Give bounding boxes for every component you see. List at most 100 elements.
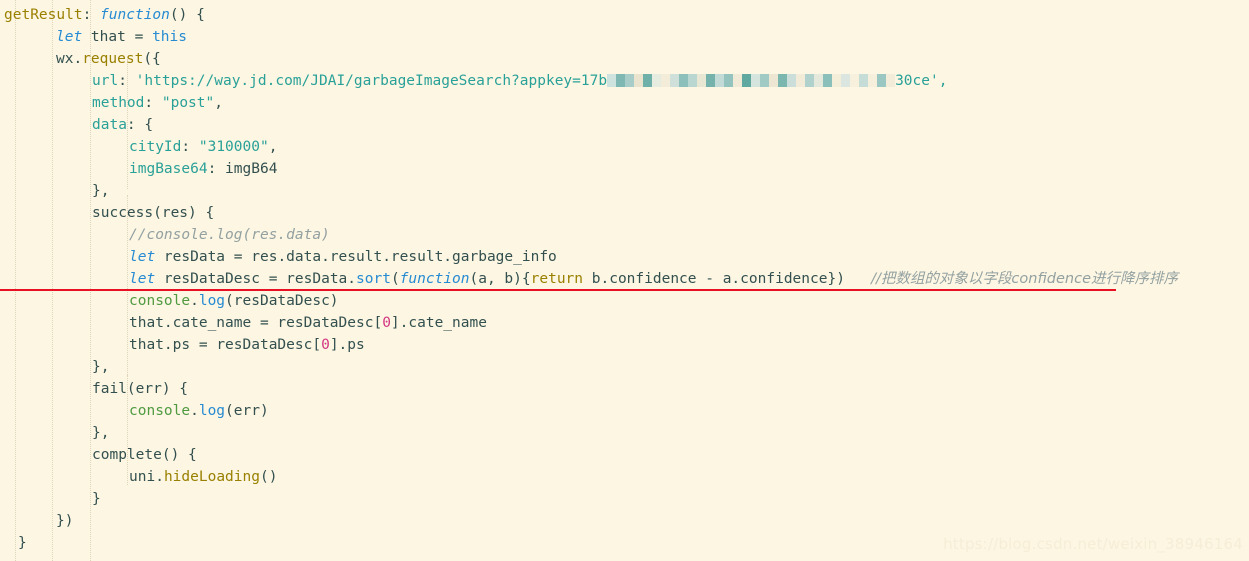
code-line[interactable]: method: "post", bbox=[0, 92, 1178, 114]
token-key-url: url bbox=[92, 73, 119, 89]
token-parens: () { bbox=[169, 7, 205, 23]
token-args: () bbox=[259, 469, 278, 485]
code-line[interactable]: console.log(resDataDesc) bbox=[0, 290, 1178, 312]
token-object: resData bbox=[286, 271, 348, 287]
code-line[interactable]: url: 'https://way.jd.com/JDAI/garbageIma… bbox=[0, 70, 1178, 92]
code-line[interactable]: let that = this bbox=[0, 26, 1178, 48]
code-line[interactable]: success(res) { bbox=[0, 202, 1178, 224]
code-line[interactable]: data: { bbox=[0, 114, 1178, 136]
token-colon: : bbox=[144, 95, 162, 111]
code-content[interactable]: getResult: function() { let that = this … bbox=[0, 0, 1178, 554]
token-lhs: that.ps bbox=[129, 337, 199, 353]
token-keyword-this: this bbox=[152, 29, 187, 45]
token-dot: . bbox=[190, 403, 199, 419]
token-open-paren: ( bbox=[390, 271, 400, 287]
token-tail: ].cate_name bbox=[390, 315, 487, 331]
code-line[interactable]: imgBase64: imgB64 bbox=[0, 158, 1178, 180]
code-line[interactable]: uni.hideLoading() bbox=[0, 466, 1178, 488]
token-colon: : bbox=[118, 73, 136, 89]
token-method-sort: sort bbox=[356, 271, 391, 287]
token-params: (a, b) bbox=[469, 271, 522, 287]
token-string-cityid: "310000" bbox=[198, 139, 269, 155]
token-colon: : bbox=[126, 117, 145, 133]
code-line[interactable]: }, bbox=[0, 180, 1178, 202]
token-dot: . bbox=[73, 51, 83, 67]
token-console: console bbox=[129, 293, 191, 309]
token-close-brace: } bbox=[92, 491, 101, 507]
token-open: ({ bbox=[143, 51, 161, 67]
token-array-access: resDataDesc[ bbox=[216, 337, 322, 353]
code-line[interactable]: let resData = res.data.result.result.gar… bbox=[0, 246, 1178, 268]
token-object: wx bbox=[56, 51, 74, 67]
code-line[interactable]: //console.log(res.data) bbox=[0, 224, 1178, 246]
redacted-appkey-mosaic bbox=[607, 73, 896, 87]
token-function-name: getResult bbox=[4, 7, 83, 23]
token-close-brace: }, bbox=[92, 359, 110, 375]
token-key-cityid: cityId bbox=[129, 139, 182, 155]
code-line[interactable]: console.log(err) bbox=[0, 400, 1178, 422]
token-close-brace: } bbox=[18, 535, 27, 551]
token-open-brace: { bbox=[144, 117, 154, 133]
code-line[interactable]: cityId: "310000", bbox=[0, 136, 1178, 158]
token-number-index: 0 bbox=[321, 337, 330, 353]
token-close-paren: }) bbox=[56, 513, 74, 529]
token-args: (err) { bbox=[126, 381, 189, 397]
code-line[interactable]: complete() { bbox=[0, 444, 1178, 466]
token-identifier: resData bbox=[155, 249, 234, 265]
token-operator: = bbox=[198, 337, 217, 353]
token-operator: = bbox=[259, 315, 278, 331]
token-comma: , bbox=[214, 95, 223, 111]
code-line[interactable]: that.ps = resDataDesc[0].ps bbox=[0, 334, 1178, 356]
code-line[interactable]: }, bbox=[0, 356, 1178, 378]
token-open-brace: { bbox=[521, 271, 531, 287]
code-line[interactable]: wx.request({ bbox=[0, 48, 1178, 70]
token-args: (err) bbox=[225, 403, 269, 419]
token-object-uni: uni bbox=[129, 469, 156, 485]
token-console: console bbox=[129, 403, 191, 419]
token-method-hideloading: hideLoading bbox=[163, 469, 260, 485]
token-array-access: resDataDesc[ bbox=[277, 315, 383, 331]
token-keyword-let: let bbox=[129, 249, 156, 265]
token-expression: res.data.result.result.garbage_info bbox=[251, 249, 557, 265]
token-identifier: that bbox=[82, 29, 135, 45]
token-comma: , bbox=[268, 139, 278, 155]
token-string-post: "post" bbox=[161, 95, 215, 111]
token-lhs: that.cate_name bbox=[129, 315, 260, 331]
token-string-url-head: 'https://way.jd.com/JDAI/garbageImageSea… bbox=[135, 73, 608, 89]
token-operator: = bbox=[268, 271, 287, 287]
token-keyword-function: function bbox=[100, 7, 170, 23]
token-key-method: method bbox=[92, 95, 145, 111]
code-editor-viewport[interactable]: getResult: function() { let that = this … bbox=[0, 0, 1249, 561]
code-line[interactable]: }) bbox=[0, 510, 1178, 532]
token-colon: : bbox=[82, 7, 92, 23]
token-comment: //console.log(res.data) bbox=[129, 227, 330, 243]
code-line[interactable]: that.cate_name = resDataDesc[0].cate_nam… bbox=[0, 312, 1178, 334]
token-tail: ].ps bbox=[329, 337, 365, 353]
token-dot: . bbox=[347, 271, 357, 287]
token-spacer bbox=[845, 271, 871, 287]
token-identifier-imgb64: imgB64 bbox=[225, 161, 278, 177]
token-close-brace: }, bbox=[92, 183, 110, 199]
token-args: (resDataDesc) bbox=[225, 293, 339, 309]
token-close-brace: }, bbox=[92, 425, 110, 441]
token-args: (res) { bbox=[153, 205, 215, 221]
code-line[interactable]: }, bbox=[0, 422, 1178, 444]
code-line[interactable]: getResult: function() { bbox=[0, 4, 1178, 26]
csdn-watermark: https://blog.csdn.net/weixin_38946164 bbox=[943, 535, 1243, 553]
token-log: log bbox=[198, 403, 226, 419]
code-line[interactable]: } bbox=[0, 488, 1178, 510]
token-colon: : bbox=[181, 139, 199, 155]
token-log: log bbox=[198, 293, 226, 309]
token-keyword-return: return bbox=[530, 271, 584, 287]
token-dot: . bbox=[155, 469, 164, 485]
token-operator: = bbox=[134, 29, 153, 45]
code-line[interactable]: fail(err) { bbox=[0, 378, 1178, 400]
token-key-data: data bbox=[92, 117, 127, 133]
token-fn-complete: complete bbox=[92, 447, 162, 463]
token-comment-chinese: //把数组的对象以字段confidence进行降序排序 bbox=[871, 271, 1179, 287]
token-colon: : bbox=[207, 161, 226, 177]
code-line-sort-highlighted[interactable]: let resDataDesc = resData.sort(function(… bbox=[0, 268, 1179, 291]
token-operator: = bbox=[233, 249, 252, 265]
token-dot: . bbox=[190, 293, 199, 309]
token-return-body: b.confidence - a.confidence}) bbox=[583, 271, 845, 287]
